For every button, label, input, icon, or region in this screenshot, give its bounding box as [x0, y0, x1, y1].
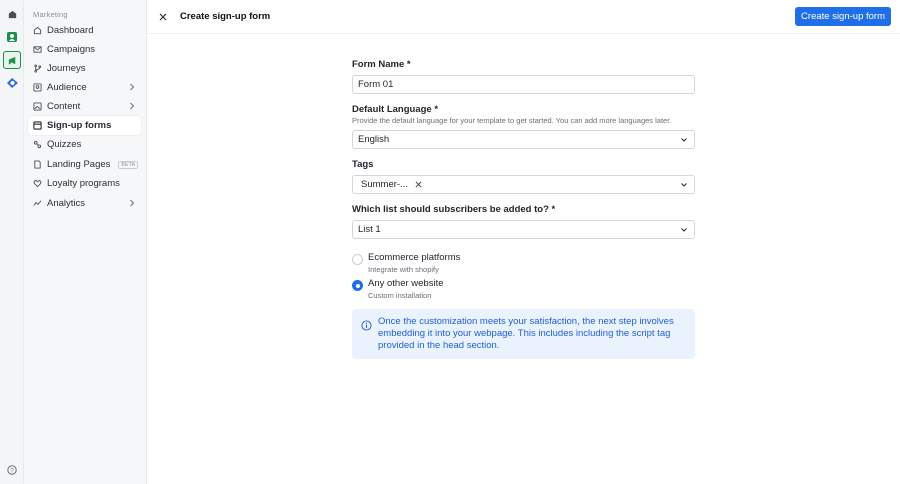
chevron-down-icon — [680, 181, 688, 192]
form-icon — [33, 121, 42, 130]
option-subtitle: Custom installation — [368, 291, 432, 300]
sidebar-item-loyalty-programs[interactable]: Loyalty programs — [28, 174, 141, 193]
image-icon — [33, 102, 42, 111]
main-content: Form Name * Form 01 Default Language * P… — [147, 34, 900, 484]
tag-chip: Summer-... — [359, 178, 425, 191]
heart-icon — [33, 179, 42, 188]
page-icon — [33, 160, 42, 169]
sidebar-item-dashboard[interactable]: Dashboard — [28, 21, 141, 40]
contacts-app-icon[interactable] — [4, 29, 20, 45]
info-text: Once the customization meets your satisf… — [378, 316, 674, 351]
beta-badge: BETA — [118, 160, 139, 169]
create-sign-up-form-button[interactable]: Create sign-up form — [795, 7, 891, 26]
chevron-right-icon — [129, 199, 135, 210]
tags-label: Tags — [352, 159, 374, 170]
branch-icon — [33, 64, 42, 73]
tags-select[interactable]: Summer-... — [352, 175, 695, 194]
app-rail: ? — [0, 0, 24, 484]
sidebar-item-journeys[interactable]: Journeys — [28, 59, 141, 78]
sidebar-item-label: Dashboard — [47, 25, 94, 36]
default-language-helper: Provide the default language for your te… — [352, 116, 672, 125]
page-title: Create sign-up form — [180, 11, 271, 22]
default-language-label: Default Language * — [352, 104, 439, 115]
info-callout: Once the customization meets your satisf… — [352, 309, 695, 359]
subscriber-list-label: Which list should subscribers be added t… — [352, 204, 556, 215]
sidebar-item-label: Quizzes — [47, 139, 82, 150]
home-icon — [33, 26, 42, 35]
other-website-radio[interactable] — [352, 280, 363, 291]
sidebar-item-audience[interactable]: Audience — [28, 78, 141, 97]
option-title: Ecommerce platforms — [368, 252, 461, 263]
sidebar-item-label: Sign-up forms — [47, 120, 112, 131]
chevron-right-icon — [129, 83, 135, 94]
sidebar-item-label: Campaigns — [47, 44, 96, 55]
home-app-icon[interactable] — [4, 6, 20, 22]
tag-chip-label: Summer-... — [361, 179, 408, 190]
subscriber-list-value: List 1 — [358, 224, 381, 235]
sidebar-section-title: Marketing — [33, 10, 68, 19]
default-language-select[interactable]: English — [352, 130, 695, 149]
sidebar-item-quizzes[interactable]: Quizzes — [28, 135, 141, 154]
remove-tag-icon[interactable] — [415, 181, 422, 188]
top-bar: Create sign-up form Create sign-up form — [147, 0, 900, 34]
marketing-app-icon[interactable] — [3, 51, 21, 69]
sidebar-item-label: Loyalty programs — [47, 178, 120, 189]
help-icon[interactable]: ? — [4, 462, 20, 478]
sidebar-item-campaigns[interactable]: Campaigns — [28, 40, 141, 59]
quiz-icon — [33, 140, 42, 149]
sidebar-item-label: Landing Pages — [47, 159, 111, 170]
envelope-icon — [33, 45, 42, 54]
sidebar-item-sign-up-forms[interactable]: Sign-up forms — [28, 116, 141, 135]
sidebar-item-landing-pages[interactable]: Landing Pages BETA — [28, 155, 141, 174]
sidebar-item-analytics[interactable]: Analytics — [28, 194, 141, 213]
platform-option-ecommerce[interactable]: Ecommerce platforms Integrate with shopi… — [352, 252, 460, 274]
chevron-down-icon — [680, 226, 688, 237]
sidebar-item-label: Journeys — [47, 63, 86, 74]
sidebar-item-label: Analytics — [47, 198, 86, 209]
form-name-input[interactable]: Form 01 — [352, 75, 695, 94]
conversations-app-icon[interactable] — [4, 75, 20, 91]
info-icon — [361, 318, 372, 336]
sidebar-item-label: Audience — [47, 82, 87, 93]
users-icon — [33, 83, 42, 92]
close-button[interactable] — [157, 11, 169, 23]
option-subtitle: Integrate with shopify — [368, 265, 439, 274]
sidebar-item-content[interactable]: Content — [28, 97, 141, 116]
close-icon — [159, 13, 167, 21]
chevron-right-icon — [129, 102, 135, 113]
ecommerce-radio[interactable] — [352, 254, 363, 265]
chart-icon — [33, 199, 42, 208]
chevron-down-icon — [680, 136, 688, 147]
form-name-label: Form Name * — [352, 59, 411, 70]
sidebar-item-label: Content — [47, 101, 81, 112]
default-language-value: English — [358, 134, 390, 145]
platform-option-other-website[interactable]: Any other website Custom installation — [352, 278, 444, 300]
subscriber-list-select[interactable]: List 1 — [352, 220, 695, 239]
form-name-value: Form 01 — [358, 79, 394, 90]
sidebar: Marketing Dashboard Campaigns Journeys A… — [24, 0, 147, 484]
option-title: Any other website — [368, 278, 444, 289]
